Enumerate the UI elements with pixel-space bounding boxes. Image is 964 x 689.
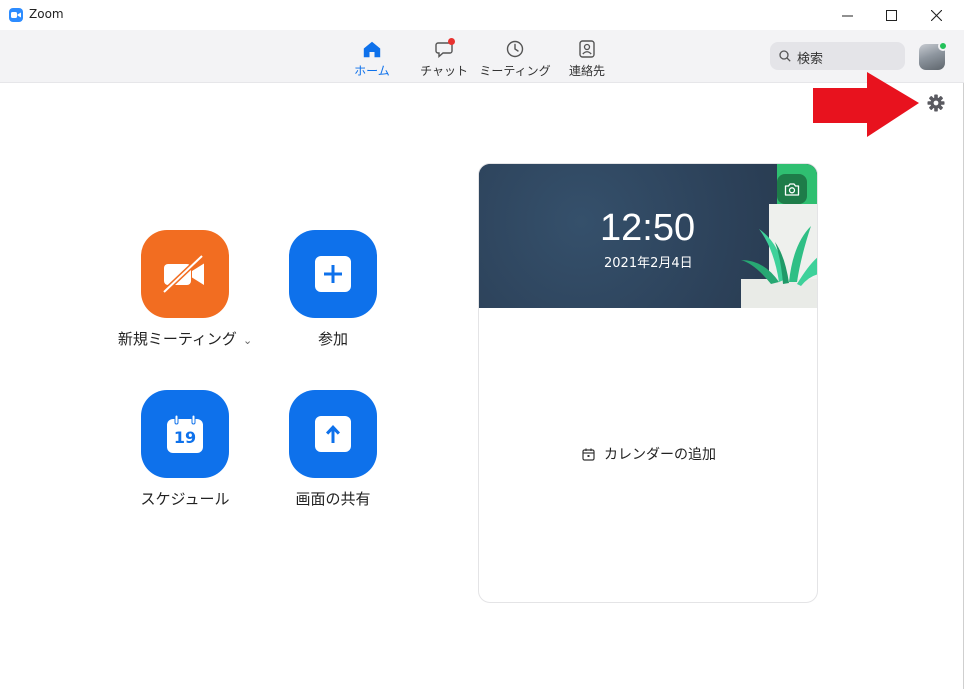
camera-icon[interactable] (777, 174, 807, 204)
tab-chat[interactable]: チャット (420, 38, 468, 79)
search-label: 検索 (797, 52, 824, 67)
minimize-button[interactable] (824, 0, 870, 30)
search-box[interactable]: 検索 (770, 42, 905, 70)
new-meeting-action[interactable]: 新規ミーティング ⌄ (110, 230, 260, 349)
chat-icon (433, 38, 455, 59)
tab-contacts-label: 連絡先 (568, 64, 605, 78)
clock-calendar-card: 12:50 2021年2月4日 カレンダーの追加 (478, 163, 818, 603)
zoom-window: Zoom ホーム チャット ミーティング 連絡先 検索 新規ミーティング ⌄ 参… (0, 0, 964, 689)
join-button[interactable] (289, 230, 377, 318)
join-action[interactable]: 参加 (258, 230, 408, 349)
title-bar: Zoom (0, 0, 964, 30)
maximize-button[interactable] (868, 0, 914, 30)
share-screen-label: 画面の共有 (295, 490, 371, 508)
calendar-icon-day: 19 (173, 428, 197, 447)
join-label: 参加 (317, 330, 348, 348)
tab-home-label: ホーム (354, 64, 390, 78)
search-icon (779, 50, 791, 62)
share-screen-action[interactable]: 画面の共有 (258, 390, 408, 509)
tab-home[interactable]: ホーム (353, 39, 391, 79)
window-title: Zoom (29, 7, 64, 21)
schedule-action[interactable]: 19 スケジュール (110, 390, 260, 509)
clock-banner: 12:50 2021年2月4日 (479, 164, 817, 308)
add-calendar-label: カレンダーの追加 (604, 447, 716, 463)
share-screen-button[interactable] (289, 390, 377, 478)
chevron-down-icon[interactable]: ⌄ (243, 334, 252, 347)
video-off-icon (162, 254, 204, 294)
add-calendar-link[interactable]: カレンダーの追加 (479, 444, 817, 464)
calendar-small-icon (582, 448, 595, 461)
clock-date: 2021年2月4日 (604, 256, 693, 271)
contacts-icon (576, 39, 598, 59)
new-meeting-label: 新規ミーティング (117, 330, 237, 348)
settings-gear-icon[interactable] (926, 93, 946, 113)
clock-time: 12:50 (600, 207, 696, 249)
home-icon (361, 39, 383, 59)
tab-contacts[interactable]: 連絡先 (566, 39, 608, 79)
close-button[interactable] (913, 0, 959, 30)
schedule-label: スケジュール (140, 490, 230, 508)
tab-meetings[interactable]: ミーティング (479, 39, 551, 79)
presence-status-badge (938, 41, 948, 51)
tab-chat-label: チャット (420, 64, 468, 78)
red-arrow-annotation (813, 72, 919, 137)
plus-icon (315, 256, 351, 292)
new-meeting-button[interactable] (141, 230, 229, 318)
clock-icon (504, 39, 526, 59)
share-arrow-icon (315, 416, 351, 452)
schedule-button[interactable]: 19 (141, 390, 229, 478)
calendar-icon: 19 (167, 415, 203, 453)
zoom-logo-icon (9, 8, 23, 22)
tab-meetings-label: ミーティング (479, 64, 551, 78)
chat-unread-badge (448, 38, 455, 45)
